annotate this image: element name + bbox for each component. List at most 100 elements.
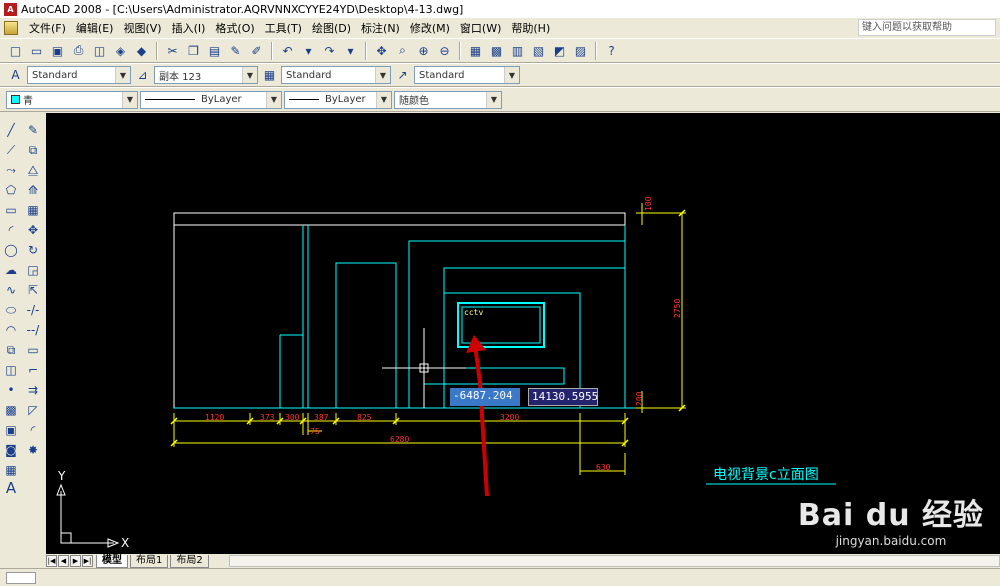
menu-file[interactable]: 文件(F) xyxy=(24,20,71,36)
undo-icon[interactable]: ↶ xyxy=(278,41,297,60)
text-style-select[interactable]: Standard ▼ xyxy=(27,66,131,84)
plot-preview-icon[interactable]: ◫ xyxy=(90,41,109,60)
polyline-icon[interactable]: ⤳ xyxy=(2,161,20,179)
command-input[interactable] xyxy=(6,572,36,584)
dim-text[interactable]: 6280 xyxy=(390,435,409,444)
dim-text[interactable]: 3200 xyxy=(500,413,519,422)
outer-frame[interactable] xyxy=(173,212,626,409)
print-icon[interactable]: ⎙ xyxy=(69,41,88,60)
revision-cloud-icon[interactable]: ☁ xyxy=(2,261,20,279)
dynamic-input-x[interactable]: -6487.204 xyxy=(450,388,520,406)
table-style-icon[interactable]: ▦ xyxy=(260,66,279,85)
menu-modify[interactable]: 修改(M) xyxy=(405,20,455,36)
chevron-down-icon[interactable]: ▼ xyxy=(504,67,519,83)
rotate-icon[interactable]: ↻ xyxy=(24,241,42,259)
chevron-down-icon[interactable]: ▼ xyxy=(266,91,281,108)
new-icon[interactable]: □ xyxy=(6,41,25,60)
paste-icon[interactable]: ▤ xyxy=(205,41,224,60)
table-style-select[interactable]: Standard ▼ xyxy=(281,66,391,84)
multiline-text-icon[interactable]: A xyxy=(2,479,20,497)
explode-icon[interactable]: ✸ xyxy=(24,441,42,459)
mleader-style-icon[interactable]: ↗ xyxy=(393,66,412,85)
chevron-down-icon[interactable]: ▼ xyxy=(115,67,130,83)
door-panel[interactable] xyxy=(335,262,397,409)
dim-style-select[interactable]: 副本 123 ▼ xyxy=(154,66,258,84)
menu-tools[interactable]: 工具(T) xyxy=(260,20,307,36)
ellipse-icon[interactable]: ⬭ xyxy=(2,301,20,319)
menu-insert[interactable]: 插入(I) xyxy=(167,20,211,36)
3d-dwf-icon[interactable]: ◆ xyxy=(132,41,151,60)
last-tab-icon[interactable]: ▶| xyxy=(82,555,93,567)
dim-text[interactable]: 100 xyxy=(644,196,653,211)
dynamic-input-y[interactable]: 14130.5955 xyxy=(528,388,598,406)
help-icon[interactable]: ? xyxy=(602,41,621,60)
fillet-icon[interactable]: ◜ xyxy=(24,421,42,439)
help-search-input[interactable]: 键入问题以获取帮助 xyxy=(858,19,996,36)
dim-text[interactable]: 630 xyxy=(596,463,611,472)
copy-object-icon[interactable]: ⧉ xyxy=(24,141,42,159)
chevron-down-icon[interactable]: ▼ xyxy=(486,91,501,108)
erase-icon[interactable]: ✎ xyxy=(24,121,42,139)
sheet-set-icon[interactable]: ▧ xyxy=(529,41,548,60)
tab-layout2[interactable]: 布局2 xyxy=(170,554,209,568)
lineweight-select[interactable]: ByLayer ▼ xyxy=(284,90,392,109)
dim-text[interactable]: 373 xyxy=(260,413,275,422)
gradient-icon[interactable]: ▣ xyxy=(2,421,20,439)
hatch-icon[interactable]: ▩ xyxy=(2,401,20,419)
drawing-title[interactable]: 电视背景c立面图 xyxy=(713,467,819,483)
chevron-down-icon[interactable]: ▼ xyxy=(242,67,257,83)
break-icon[interactable]: ⌐ xyxy=(24,361,42,379)
chevron-down-icon[interactable]: ▼ xyxy=(375,67,390,83)
plotstyle-select[interactable]: 随颜色 ▼ xyxy=(394,90,502,109)
menu-format[interactable]: 格式(O) xyxy=(210,20,259,36)
arc-icon[interactable]: ◜ xyxy=(2,221,20,239)
properties-icon[interactable]: ▦ xyxy=(466,41,485,60)
dim-text[interactable]: 1120 xyxy=(205,413,224,422)
line-icon[interactable]: ╱ xyxy=(2,121,20,139)
undo-dropdown-icon[interactable]: ▾ xyxy=(299,41,318,60)
menu-view[interactable]: 视图(V) xyxy=(118,20,166,36)
dim-style-icon[interactable]: ⊿ xyxy=(133,66,152,85)
polygon-icon[interactable]: ⬠ xyxy=(2,181,20,199)
table-icon[interactable]: ▦ xyxy=(2,461,20,479)
publish-icon[interactable]: ◈ xyxy=(111,41,130,60)
scale-icon[interactable]: ◲ xyxy=(24,261,42,279)
mirror-icon[interactable]: ⧋ xyxy=(24,161,42,179)
tab-layout1[interactable]: 布局1 xyxy=(130,554,169,568)
copy-icon[interactable]: ❐ xyxy=(184,41,203,60)
tv-frame-mid[interactable] xyxy=(443,267,625,408)
tv-frame-outer[interactable] xyxy=(408,240,625,408)
array-icon[interactable]: ▦ xyxy=(24,201,42,219)
redo-dropdown-icon[interactable]: ▾ xyxy=(341,41,360,60)
dim-text[interactable]: 300 xyxy=(285,413,300,422)
tv-cabinet[interactable] xyxy=(423,367,565,385)
match-properties-icon[interactable]: ✎ xyxy=(226,41,245,60)
pan-icon[interactable]: ✥ xyxy=(372,41,391,60)
menu-draw[interactable]: 绘图(D) xyxy=(307,20,356,36)
menu-edit[interactable]: 编辑(E) xyxy=(71,20,119,36)
make-block-icon[interactable]: ◫ xyxy=(2,361,20,379)
zoom-window-icon[interactable]: ⊕ xyxy=(414,41,433,60)
block-editor-icon[interactable]: ✐ xyxy=(247,41,266,60)
trim-icon[interactable]: -/- xyxy=(24,301,42,319)
markup-icon[interactable]: ◩ xyxy=(550,41,569,60)
construction-line-icon[interactable]: ⟋ xyxy=(2,141,20,159)
circle-icon[interactable]: ◯ xyxy=(2,241,20,259)
tool-palettes-icon[interactable]: ▥ xyxy=(508,41,527,60)
dim-text[interactable]: 387 xyxy=(314,413,329,422)
break-at-point-icon[interactable]: ▭ xyxy=(24,341,42,359)
zoom-realtime-icon[interactable]: ⌕ xyxy=(393,41,412,60)
open-icon[interactable]: ▭ xyxy=(27,41,46,60)
move-icon[interactable]: ✥ xyxy=(24,221,42,239)
zoom-previous-icon[interactable]: ⊖ xyxy=(435,41,454,60)
design-center-icon[interactable]: ▩ xyxy=(487,41,506,60)
chevron-down-icon[interactable]: ▼ xyxy=(376,91,391,108)
first-tab-icon[interactable]: |◀ xyxy=(46,555,57,567)
save-icon[interactable]: ▣ xyxy=(48,41,67,60)
join-icon[interactable]: ⇉ xyxy=(24,381,42,399)
rectangle-icon[interactable]: ▭ xyxy=(2,201,20,219)
dim-text[interactable]: 2750 xyxy=(673,299,682,318)
redo-icon[interactable]: ↷ xyxy=(320,41,339,60)
linetype-select[interactable]: ByLayer ▼ xyxy=(140,90,282,109)
drawing-canvas[interactable]: 1120 373 300 387 825 3200 75 6280 630 27… xyxy=(46,113,1000,554)
